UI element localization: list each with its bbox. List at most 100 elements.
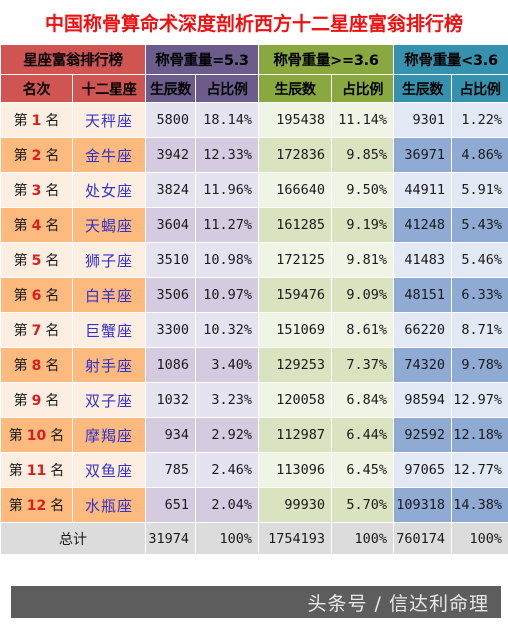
cell-count-g2: 166640 bbox=[258, 172, 332, 208]
cell-count-g2: 172836 bbox=[258, 137, 332, 173]
cell-rank: 第1名 bbox=[0, 102, 73, 138]
group-header-weight-eq-5-3: 称骨重量=5.3 bbox=[145, 44, 259, 75]
cell-rank: 第7名 bbox=[0, 312, 73, 348]
cell-count-g1: 3510 bbox=[145, 242, 196, 278]
rank-number: 7 bbox=[31, 323, 42, 339]
cell-count-g2: 112987 bbox=[258, 417, 332, 453]
cell-count-g2: 161285 bbox=[258, 207, 332, 243]
rank-number: 3 bbox=[31, 183, 42, 199]
cell-count-g3: 97065 bbox=[393, 452, 453, 488]
cell-zodiac-sign: 双鱼座 bbox=[72, 452, 146, 488]
watermark-bar: 头条号 / 信达利命理 bbox=[11, 586, 501, 618]
cell-percent-g2: 6.45% bbox=[330, 452, 395, 488]
cell-percent-g2: 8.61% bbox=[330, 312, 395, 348]
cell-percent-g1: 11.27% bbox=[195, 207, 259, 243]
rank-prefix: 第 bbox=[8, 498, 23, 514]
table-row: 第 12 名水瓶座 651 2.04% 99930 5.70% 109318 14.38% bbox=[0, 487, 508, 523]
cell-percent-g2: 6.44% bbox=[330, 417, 395, 453]
cell-count-g2: 172125 bbox=[258, 242, 332, 278]
cell-percent-g3: 4.86% bbox=[451, 137, 508, 173]
column-header-count-g2: 生辰数 bbox=[258, 74, 332, 103]
cell-zodiac-sign: 天蝎座 bbox=[72, 207, 146, 243]
cell-count-g1: 651 bbox=[145, 487, 196, 523]
cell-percent-g3: 5.43% bbox=[451, 207, 508, 243]
cell-percent-g1: 10.97% bbox=[195, 277, 259, 313]
cell-zodiac-sign: 水瓶座 bbox=[72, 487, 146, 523]
rank-prefix: 第 bbox=[13, 218, 28, 234]
cell-percent-g1: 2.46% bbox=[195, 452, 259, 488]
table-row: 第 11 名双鱼座 785 2.46% 113096 6.45% 97065 12.77% bbox=[0, 452, 508, 488]
rank-number: 11 bbox=[26, 463, 47, 479]
page-title: 中国称骨算命术深度剖析西方十二星座富翁排行榜 bbox=[44, 12, 463, 35]
table-row: 第 10 名摩羯座 934 2.92% 112987 6.44% 92592 12.18% bbox=[0, 417, 508, 453]
cell-percent-g1: 12.33% bbox=[195, 137, 259, 173]
column-header-zodiac: 十二星座 bbox=[72, 74, 146, 103]
total-label: 总计 bbox=[0, 522, 146, 555]
table-row: 第 8 名射手座 1086 3.40% 129253 7.37% 74320 9.78% bbox=[0, 347, 508, 383]
cell-zodiac-sign: 巨蟹座 bbox=[72, 312, 146, 348]
cell-count-g1: 3604 bbox=[145, 207, 196, 243]
cell-percent-g1: 3.40% bbox=[195, 347, 259, 383]
cell-rank: 第 11 名 bbox=[0, 452, 73, 488]
cell-percent-g3: 6.33% bbox=[451, 277, 508, 313]
cell-count-g1: 3824 bbox=[145, 172, 196, 208]
rank-suffix: 名 bbox=[45, 288, 60, 304]
column-header-rank: 名次 bbox=[0, 74, 73, 103]
cell-count-g3: 98594 bbox=[393, 382, 453, 418]
rank-suffix: 名 bbox=[50, 498, 65, 514]
cell-percent-g3: 12.97% bbox=[451, 382, 508, 418]
rank-prefix: 第 bbox=[8, 463, 23, 479]
cell-percent-g1: 18.14% bbox=[195, 102, 259, 138]
cell-zodiac-sign: 摩羯座 bbox=[72, 417, 146, 453]
column-header-percent-g3: 占比例 bbox=[451, 74, 508, 103]
rank-number: 10 bbox=[26, 428, 47, 444]
cell-count-g1: 1032 bbox=[145, 382, 196, 418]
cell-count-g3: 109318 bbox=[393, 487, 453, 523]
rank-prefix: 第 bbox=[13, 358, 28, 374]
cell-count-g2: 129253 bbox=[258, 347, 332, 383]
title-bar: 中国称骨算命术深度剖析西方十二星座富翁排行榜 bbox=[0, 0, 508, 44]
rank-suffix: 名 bbox=[45, 148, 60, 164]
rank-prefix: 第 bbox=[13, 113, 28, 129]
table-row: 第 9 名双子座 1032 3.23% 120058 6.84% 98594 12.97% bbox=[0, 382, 508, 418]
table-row: 第 1 名天秤座 5800 18.14% 195438 11.14% 9301 1.22% bbox=[0, 102, 508, 138]
rank-suffix: 名 bbox=[45, 113, 60, 129]
cell-zodiac-sign: 处女座 bbox=[72, 172, 146, 208]
cell-rank: 第5名 bbox=[0, 242, 73, 278]
cell-percent-g2: 11.14% bbox=[330, 102, 395, 138]
total-count-g1: 31974 bbox=[145, 522, 196, 555]
rank-suffix: 名 bbox=[45, 323, 60, 339]
cell-percent-g1: 2.04% bbox=[195, 487, 259, 523]
watermark-text: 头条号 / 信达利命理 bbox=[307, 592, 489, 615]
cell-count-g1: 1086 bbox=[145, 347, 196, 383]
rank-suffix: 名 bbox=[45, 358, 60, 374]
column-header-count-g3: 生辰数 bbox=[393, 74, 453, 103]
table-row: 第 3 名处女座 3824 11.96% 166640 9.50% 44911 5.91% bbox=[0, 172, 508, 208]
cell-zodiac-sign: 金牛座 bbox=[72, 137, 146, 173]
cell-percent-g3: 8.71% bbox=[451, 312, 508, 348]
cell-percent-g2: 7.37% bbox=[330, 347, 395, 383]
group-header-weight-gte-3-6: 称骨重量>=3.6 bbox=[257, 44, 395, 75]
cell-count-g3: 41248 bbox=[393, 207, 453, 243]
rank-number: 9 bbox=[31, 393, 42, 409]
cell-percent-g3: 12.77% bbox=[451, 452, 508, 488]
total-percent-g1: 100% bbox=[195, 522, 259, 555]
rank-number: 5 bbox=[31, 253, 42, 269]
cell-count-g3: 36971 bbox=[393, 137, 453, 173]
rank-suffix: 名 bbox=[50, 428, 65, 444]
cell-count-g2: 113096 bbox=[258, 452, 332, 488]
cell-percent-g2: 9.09% bbox=[330, 277, 395, 313]
cell-count-g1: 785 bbox=[145, 452, 196, 488]
table-row: 第 6 名白羊座 3506 10.97% 159476 9.09% 48151 6.33% bbox=[0, 277, 508, 313]
table-row: 第 2 名金牛座 3942 12.33% 172836 9.85% 36971 4.86% bbox=[0, 137, 508, 173]
table-footer: 总计 31974 100% 1754193 100% 760174 100% bbox=[0, 522, 508, 555]
cell-percent-g1: 10.32% bbox=[195, 312, 259, 348]
cell-count-g1: 3506 bbox=[145, 277, 196, 313]
rank-prefix: 第 bbox=[13, 288, 28, 304]
cell-zodiac-sign: 射手座 bbox=[72, 347, 146, 383]
cell-count-g3: 74320 bbox=[393, 347, 453, 383]
table-header: 星座富翁排行榜 称骨重量=5.3 称骨重量>=3.6 称骨重量<3.6 名次 十… bbox=[0, 44, 508, 103]
rank-number: 2 bbox=[31, 148, 42, 164]
cell-percent-g1: 3.23% bbox=[195, 382, 259, 418]
cell-rank: 第3名 bbox=[0, 172, 73, 208]
